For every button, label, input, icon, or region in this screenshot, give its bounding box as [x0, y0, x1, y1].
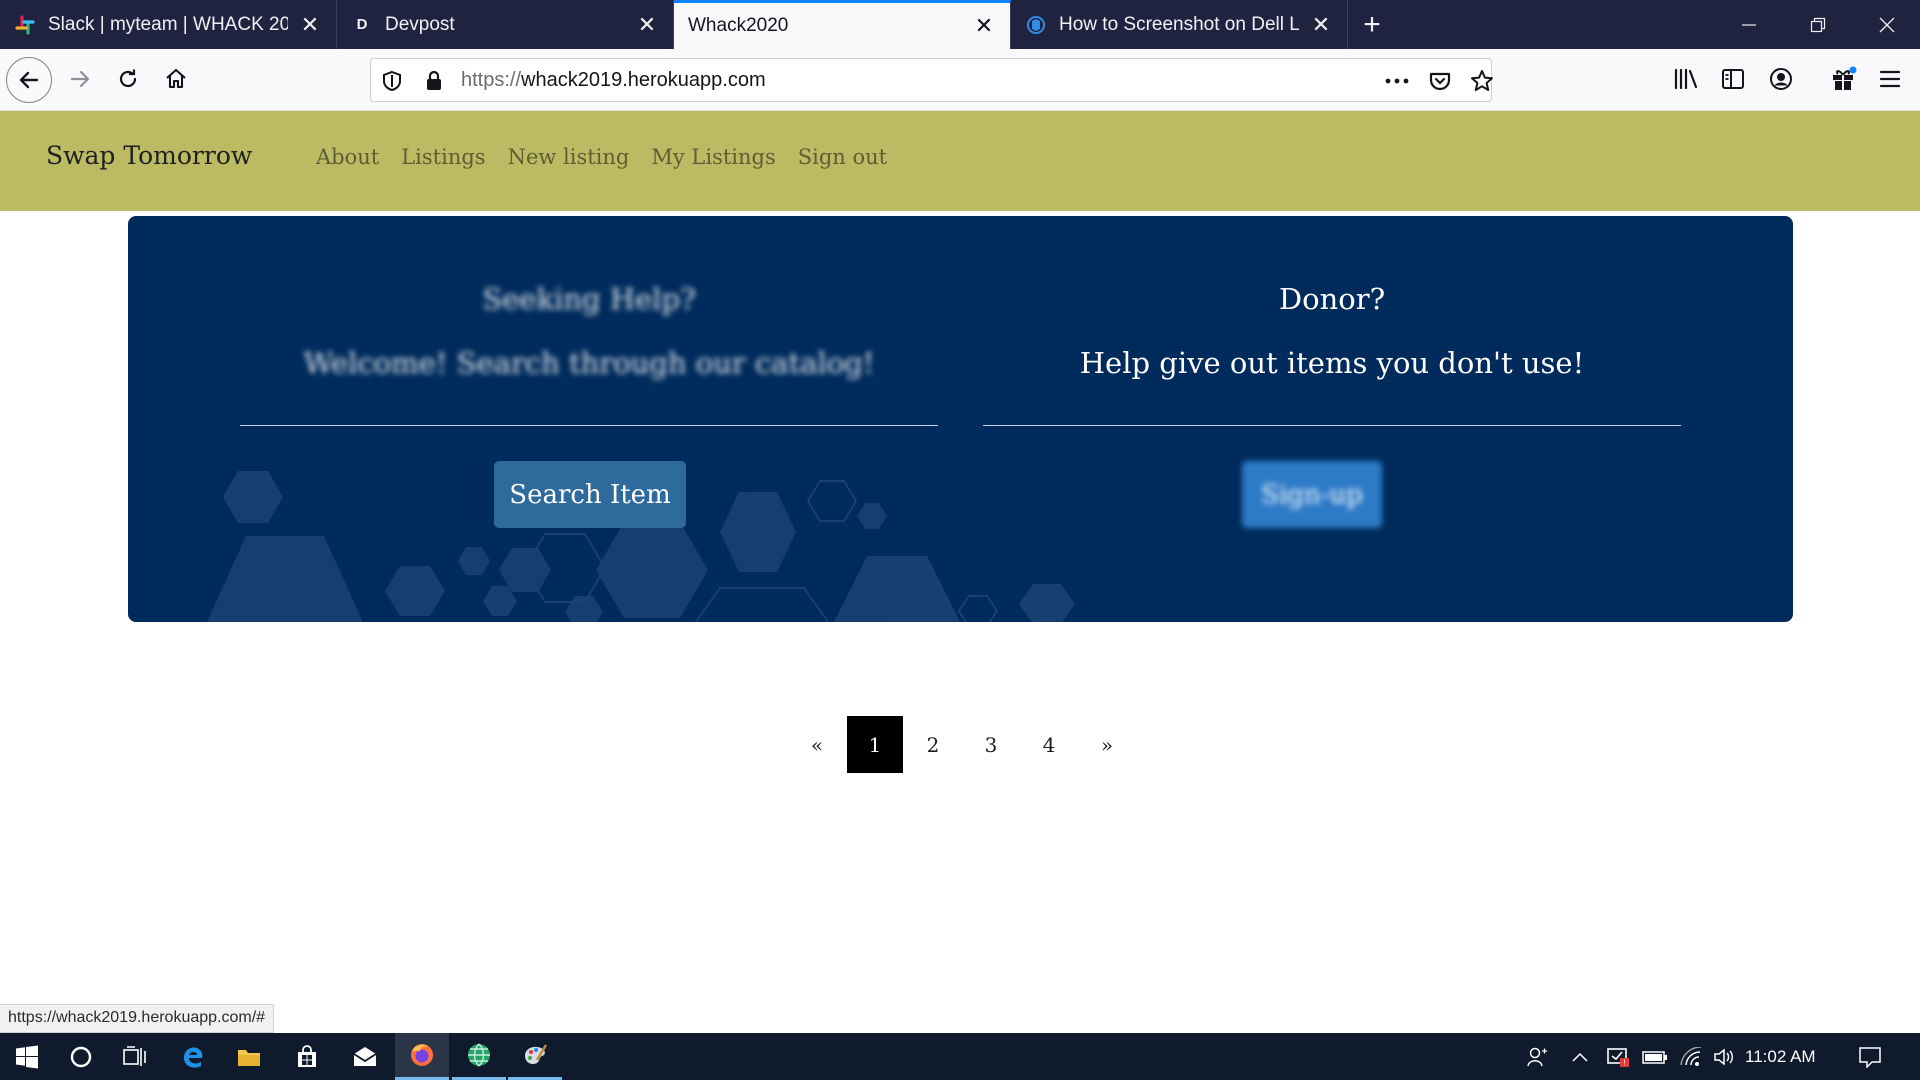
gift-icon: [1833, 66, 1857, 90]
hero-banner: Seeking Help? Welcome! Search through ou…: [128, 216, 1793, 622]
dell-support-icon: [1025, 14, 1047, 36]
address-bar[interactable]: https://whack2019.herokuapp.com: [370, 58, 1495, 102]
close-icon[interactable]: ✕: [635, 12, 659, 37]
sidebar-icon: [1722, 69, 1744, 89]
pagination-page-3[interactable]: 3: [962, 716, 1020, 773]
wifi-icon[interactable]: [1676, 1033, 1706, 1080]
pagination-prev[interactable]: «: [788, 716, 846, 773]
seeker-subheading: Welcome! Search through our catalog!: [303, 346, 875, 380]
tab-slack[interactable]: Slack | myteam | WHACK 2019 ✕: [0, 0, 337, 49]
store-icon[interactable]: [280, 1033, 334, 1080]
divider: [240, 425, 938, 426]
slack-icon: [14, 14, 36, 36]
close-window-button[interactable]: [1852, 0, 1920, 49]
firefox-icon[interactable]: [395, 1033, 449, 1080]
arrow-right-icon: [70, 70, 90, 88]
people-icon[interactable]: [1522, 1033, 1552, 1080]
lock-icon[interactable]: [421, 68, 447, 94]
tab-devpost[interactable]: D Devpost ✕: [337, 0, 674, 49]
arrow-left-icon: [19, 71, 39, 89]
pagination-page-4[interactable]: 4: [1020, 716, 1078, 773]
svg-text:!: !: [1623, 1058, 1625, 1067]
extensions-button[interactable]: [1820, 55, 1868, 103]
file-explorer-icon[interactable]: [222, 1033, 276, 1080]
seeker-heading: Seeking Help?: [482, 282, 696, 316]
divider: [983, 425, 1681, 426]
sign-up-button[interactable]: Sign-up: [1242, 461, 1382, 528]
hamburger-menu-icon: [1879, 70, 1901, 88]
donor-panel: Donor? Help give out items you don't use…: [983, 216, 1681, 622]
seeker-panel: Seeking Help? Welcome! Search through ou…: [240, 216, 938, 622]
library-icon: [1674, 68, 1698, 90]
nav-link-sign-out[interactable]: Sign out: [798, 145, 887, 169]
close-icon[interactable]: ✕: [1309, 12, 1333, 37]
tab-whack2020[interactable]: Whack2020 ✕: [674, 0, 1011, 49]
globe-app-icon[interactable]: [452, 1033, 506, 1080]
account-button[interactable]: [1757, 55, 1805, 103]
menu-button[interactable]: [1866, 55, 1914, 103]
pagination: « 1 2 3 4 »: [788, 716, 1136, 773]
pocket-icon[interactable]: [1427, 68, 1453, 94]
nav-link-listings[interactable]: Listings: [401, 145, 485, 169]
task-view-icon[interactable]: [108, 1033, 162, 1080]
windows-start-icon[interactable]: [0, 1033, 54, 1080]
nav-link-my-listings[interactable]: My Listings: [651, 145, 775, 169]
page-actions-icon[interactable]: [1384, 68, 1410, 94]
reload-button[interactable]: [104, 55, 152, 103]
browser-toolbar: https://whack2019.herokuapp.com: [0, 49, 1920, 111]
site-nav-links: About Listings New listing My Listings S…: [316, 145, 909, 169]
status-bar-url: https://whack2019.herokuapp.com/#: [0, 1004, 275, 1033]
library-button[interactable]: [1662, 55, 1710, 103]
volume-icon[interactable]: [1710, 1033, 1738, 1080]
nav-link-new-listing[interactable]: New listing: [508, 145, 630, 169]
restore-button[interactable]: [1783, 0, 1853, 49]
sidebar-toggle-button[interactable]: [1709, 55, 1757, 103]
forward-button[interactable]: [56, 55, 104, 103]
close-icon[interactable]: ✕: [298, 12, 322, 37]
mail-icon[interactable]: [338, 1033, 392, 1080]
donor-heading: Donor?: [1278, 282, 1386, 316]
taskbar-clock[interactable]: 11:02 AM: [1745, 1033, 1816, 1080]
url-protocol: https://: [461, 69, 522, 91]
search-item-button[interactable]: Search Item: [494, 461, 686, 528]
battery-icon[interactable]: [1640, 1033, 1670, 1080]
donor-subheading: Help give out items you don't use!: [1079, 346, 1585, 380]
security-alert-icon[interactable]: !: [1603, 1033, 1633, 1080]
pagination-page-1[interactable]: 1: [847, 716, 903, 773]
chevron-up-icon[interactable]: [1568, 1033, 1592, 1080]
tab-dell-screenshot[interactable]: How to Screenshot on Dell Lap ✕: [1011, 0, 1348, 49]
site-brand[interactable]: Swap Tomorrow: [46, 141, 252, 170]
back-button[interactable]: [6, 57, 52, 103]
pagination-page-2[interactable]: 2: [904, 716, 962, 773]
action-center-icon[interactable]: [1852, 1033, 1888, 1080]
tab-title: Slack | myteam | WHACK 2019: [48, 13, 288, 35]
site-navbar: Swap Tomorrow About Listings New listing…: [0, 111, 1920, 211]
tab-title: Whack2020: [688, 15, 789, 36]
paint-icon[interactable]: [508, 1033, 562, 1080]
bookmark-star-icon[interactable]: [1469, 68, 1495, 94]
close-icon[interactable]: ✕: [972, 13, 996, 38]
minimize-button[interactable]: [1714, 0, 1784, 49]
devpost-icon: D: [356, 16, 368, 33]
home-icon: [166, 68, 186, 89]
home-button[interactable]: [152, 55, 200, 103]
browser-tab-strip: Slack | myteam | WHACK 2019 ✕ D Devpost …: [0, 0, 1920, 49]
windows-taskbar: ! 11:02 AM: [0, 1033, 1920, 1080]
url-text: https://whack2019.herokuapp.com: [461, 69, 766, 92]
nav-link-about[interactable]: About: [316, 145, 379, 169]
edge-icon[interactable]: [166, 1033, 220, 1080]
cortana-search-icon[interactable]: [54, 1033, 108, 1080]
pagination-next[interactable]: »: [1078, 716, 1136, 773]
tab-title: Devpost: [385, 13, 455, 35]
url-host: whack2019.herokuapp.com: [521, 69, 766, 91]
tracking-protection-shield-icon[interactable]: [379, 68, 405, 94]
account-icon: [1770, 68, 1792, 90]
tab-title: How to Screenshot on Dell Lap: [1059, 13, 1299, 35]
reload-icon: [119, 69, 137, 88]
new-tab-button[interactable]: +: [1348, 0, 1396, 49]
